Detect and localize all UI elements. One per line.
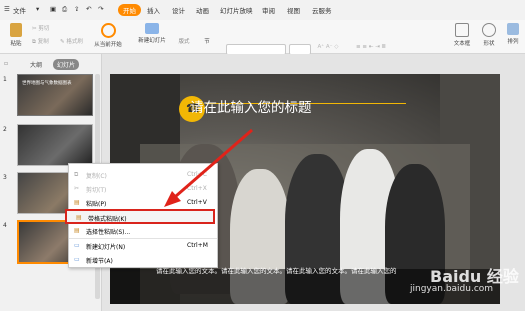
copy-button[interactable]: ⧉ 复制 (32, 37, 58, 46)
slide-number: 4 (3, 222, 7, 229)
paste-icon: ▤ (74, 199, 80, 206)
tab-cloud[interactable]: 云服务 (312, 5, 332, 15)
menu-item-new-section[interactable]: ▭ 新增节(A) (69, 253, 217, 266)
tab-animation[interactable]: 动画 (196, 5, 209, 15)
cut-button[interactable]: ✂ 剪切 (32, 24, 58, 32)
paste-button[interactable]: 粘贴 (5, 23, 27, 47)
new-slide-icon: ▭ (74, 242, 80, 249)
slide-thumbnail-1[interactable]: 世界地图与气象数据图表 (17, 74, 93, 116)
scissors-icon: ✂ (32, 26, 37, 32)
tab-review[interactable]: 审阅 (262, 5, 275, 15)
menu-item-copy[interactable]: ⧉ 复制(C) Ctrl+C (69, 168, 217, 181)
layout-button[interactable]: 版式 (174, 37, 194, 45)
shape-icon (482, 23, 496, 37)
font-grow-icon[interactable]: A⁺ A⁻ ◇ (313, 44, 343, 50)
textbox-icon (455, 23, 469, 37)
chevron-down-icon[interactable]: ▾ (36, 5, 39, 13)
section-icon: ▭ (74, 256, 80, 263)
section-button[interactable]: 节 (200, 37, 214, 45)
new-slide-icon (145, 23, 159, 34)
tab-outline[interactable]: 大纲 (30, 60, 42, 69)
tab-design[interactable]: 设计 (172, 5, 185, 15)
thumbnail-title: 世界地图与气象数据图表 (22, 81, 72, 86)
scissors-icon: ✂ (74, 185, 80, 192)
menu-item-cut[interactable]: ✂ 剪切(T) Ctrl+X (69, 182, 217, 195)
menu-bar: ☰ 文件 ▾ ▣ ⎙ ⇪ ↶ ↷ 开始 插入 设计 动画 幻灯片放映 审阅 视图… (0, 0, 525, 21)
undo-icon[interactable]: ↶ (86, 5, 91, 13)
paste-format-icon: ▤ (76, 214, 82, 221)
panel-toggle-icon[interactable]: ▫ (4, 60, 8, 67)
print-icon[interactable]: ⎙ (62, 5, 67, 14)
copy-icon: ⧉ (32, 39, 36, 45)
play-icon (100, 23, 116, 38)
tab-view[interactable]: 视图 (287, 5, 300, 15)
slide-thumbnail-2[interactable] (17, 124, 93, 166)
menu-item-paste[interactable]: ▤ 粘贴(P) Ctrl+V (69, 196, 217, 209)
file-menu[interactable]: 文件 (13, 5, 26, 15)
tab-slideshow[interactable]: 幻灯片放映 (220, 5, 253, 15)
paste-icon (10, 23, 22, 37)
shape-button[interactable]: 形状 (478, 23, 500, 47)
paste-special-icon: ▤ (74, 227, 80, 234)
tab-insert[interactable]: 插入 (147, 5, 160, 15)
play-from-current-button[interactable]: 从当前开始 (87, 23, 129, 48)
slide-number: 3 (3, 174, 7, 181)
textbox-button[interactable]: 文本框 (449, 23, 475, 47)
arrange-button[interactable]: 排列 (502, 23, 524, 45)
menu-item-paste-with-format[interactable]: ▤ 带格式粘贴(K) (65, 209, 215, 224)
format-painter-button[interactable]: ✎ 格式刷 (60, 37, 86, 45)
app-menu-icon[interactable]: ☰ (4, 5, 10, 13)
copy-icon: ⧉ (74, 171, 79, 178)
slide-number: 2 (3, 126, 7, 133)
slide-title[interactable]: 请在此输入您的标题 (190, 96, 312, 116)
paragraph-buttons[interactable]: ≡ ≡ ⇤ ⇥ ≣ (356, 44, 436, 50)
arrange-icon (507, 23, 519, 35)
context-menu: ⧉ 复制(C) Ctrl+C ✂ 剪切(T) Ctrl+X ▤ 粘贴(P) Ct… (65, 163, 218, 268)
menu-item-new-slide[interactable]: ▭ 新建幻灯片(N) Ctrl+M (69, 239, 217, 252)
menu-item-paste-special[interactable]: ▤ 选择性粘贴(S)... (69, 224, 217, 237)
export-icon[interactable]: ⇪ (74, 5, 79, 13)
slide-number: 1 (3, 76, 7, 83)
tab-slides[interactable]: 幻灯片 (53, 59, 80, 70)
watermark-url: jingyan.baidu.com (410, 284, 494, 294)
save-icon[interactable]: ▣ (50, 5, 56, 13)
redo-icon[interactable]: ↷ (98, 5, 103, 13)
new-slide-button[interactable]: 新建幻灯片 (133, 23, 171, 44)
ribbon-toolbar: 粘贴 ✂ 剪切 ⧉ 复制 ✎ 格式刷 从当前开始 新建幻灯片 版式 节 A⁺ A… (0, 20, 525, 63)
tab-start[interactable]: 开始 (118, 4, 141, 16)
brush-icon: ✎ (60, 39, 65, 45)
